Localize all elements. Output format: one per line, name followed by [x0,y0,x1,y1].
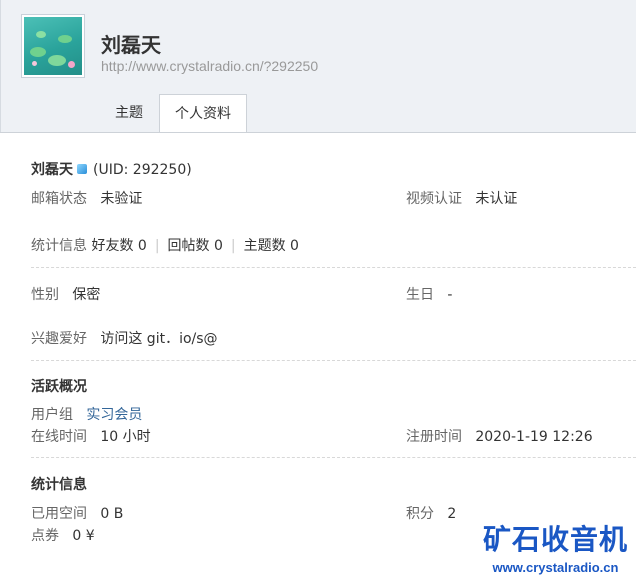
used-space: 已用空间 0 B [31,503,123,523]
profile-header: 刘磊天 http://www.crystalradio.cn/?292250 主… [0,0,636,133]
divider [31,267,636,268]
profile-url[interactable]: http://www.crystalradio.cn/?292250 [101,58,318,74]
video-verification: 视频认证 未认证 [406,188,517,208]
points-label: 积分 [406,506,434,522]
email-status-value: 未验证 [100,191,143,207]
birthday-value: - [447,287,453,303]
avatar-image [24,17,82,75]
name-row: 刘磊天 (UID: 292250) [31,159,192,179]
points: 积分 2 [406,503,456,523]
hobbies-label: 兴趣爱好 [31,331,87,347]
threads-count-link[interactable]: 主题数 0 [244,238,299,254]
user-group-link[interactable]: 实习会员 [86,407,142,423]
used-space-label: 已用空间 [31,506,87,522]
gender-value: 保密 [72,287,101,303]
hobbies-value: 访问这 git．io/s@ [100,331,218,347]
video-verification-value: 未认证 [475,191,518,207]
coupons-value: 0 ¥ [72,528,95,544]
gender-label: 性别 [31,287,59,303]
email-status-label: 邮箱状态 [31,191,87,207]
hobbies: 兴趣爱好 访问这 git．io/s@ [31,328,218,348]
email-status: 邮箱状态 未验证 [31,188,142,208]
watermark-title: 矿石收音机 [482,523,628,556]
points-value: 2 [447,506,457,522]
gender: 性别 保密 [31,284,100,304]
profile-username: 刘磊天 [101,33,161,57]
tab-topics[interactable]: 主题 [99,94,159,132]
friends-count-link[interactable]: 好友数 0 [91,238,146,254]
used-space-value: 0 B [100,506,124,522]
online-time-value: 10 小时 [100,429,151,445]
birthday: 生日 - [406,284,452,304]
registration-time: 注册时间 2020-1-19 12:26 [406,426,593,446]
divider [31,360,636,361]
activity-title: 活跃概况 [31,379,87,395]
profile-uid: (UID: 292250) [93,162,192,178]
profile-name: 刘磊天 [31,162,73,178]
video-verification-label: 视频认证 [406,191,462,207]
watermark-url: www.crystalradio.cn [492,560,619,575]
registration-time-value: 2020-1-19 12:26 [475,429,593,445]
online-time: 在线时间 10 小时 [31,426,151,446]
online-time-label: 在线时间 [31,429,87,445]
stats-title: 统计信息 [31,477,87,493]
profile-content: 刘磊天 (UID: 292250) 邮箱状态 未验证 视频认证 未认证 统计信息 … [0,132,636,544]
stats-row: 统计信息 好友数 0 | 回帖数 0 | 主题数 0 [31,238,299,254]
coupons-label: 点券 [31,528,59,544]
site-watermark: 矿石收音机 www.crystalradio.cn [483,518,628,575]
divider [31,457,636,458]
user-group: 用户组 实习会员 [31,404,142,424]
replies-count-link[interactable]: 回帖数 0 [168,238,223,254]
stats-label: 统计信息 [31,238,87,254]
coupons: 点券 0 ¥ [31,525,95,545]
registration-time-label: 注册时间 [406,429,462,445]
tab-profile[interactable]: 个人资料 [159,94,247,133]
birthday-label: 生日 [406,287,434,303]
online-status-icon [77,163,87,174]
user-group-label: 用户组 [31,407,73,423]
avatar[interactable] [21,14,85,78]
